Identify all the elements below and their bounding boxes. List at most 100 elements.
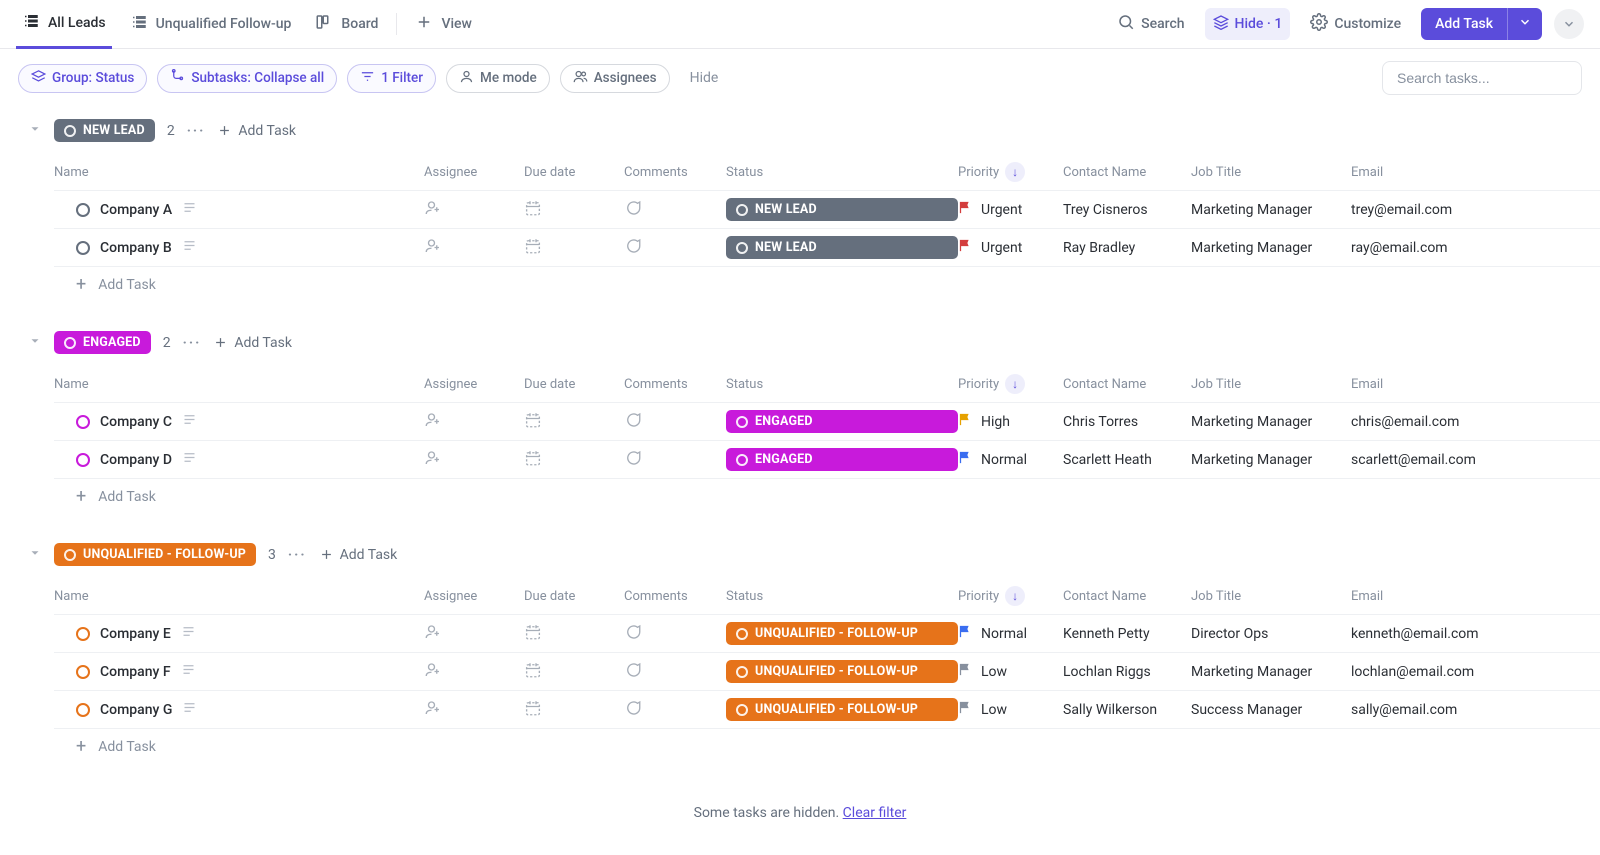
col-priority[interactable]: Priority ↓ [958,586,1063,606]
comments-cell[interactable] [624,699,726,721]
comments-cell[interactable] [624,449,726,471]
email-cell[interactable]: ray@email.com [1351,240,1551,256]
col-name[interactable]: Name [54,589,424,604]
search-button[interactable]: Search [1109,7,1192,41]
table-row[interactable]: Company E UNQUALIFIED - FOLLOW-UP Normal… [54,615,1600,653]
col-email[interactable]: Email [1351,165,1551,180]
col-name[interactable]: Name [54,165,424,180]
due-date-cell[interactable] [524,661,624,683]
view-tab-all-leads[interactable]: All Leads [16,0,112,49]
table-row[interactable]: Company G UNQUALIFIED - FOLLOW-UP Low Sa… [54,691,1600,729]
search-input[interactable] [1382,61,1582,95]
assignee-cell[interactable] [424,699,524,721]
job-cell[interactable]: Success Manager [1191,702,1351,718]
clear-filter-link[interactable]: Clear filter [843,805,907,821]
email-cell[interactable]: sally@email.com [1351,702,1551,718]
task-name[interactable]: Company E [100,626,171,642]
more-icon[interactable]: ··· [288,547,307,563]
email-cell[interactable]: scarlett@email.com [1351,452,1551,468]
status-cell[interactable]: ENGAGED [726,410,958,433]
col-status[interactable]: Status [726,377,958,392]
status-cell[interactable]: NEW LEAD [726,236,958,259]
sort-desc-icon[interactable]: ↓ [1005,162,1025,182]
more-icon[interactable]: ··· [187,123,206,139]
status-cell[interactable]: UNQUALIFIED - FOLLOW-UP [726,622,958,645]
contact-cell[interactable]: Scarlett Heath [1063,452,1191,468]
sort-desc-icon[interactable]: ↓ [1005,374,1025,394]
status-ring-icon[interactable] [76,665,90,679]
add-task-row[interactable]: + Add Task [54,479,1600,515]
status-ring-icon[interactable] [76,203,90,217]
assignee-cell[interactable] [424,623,524,645]
task-name[interactable]: Company G [100,702,172,718]
description-icon[interactable] [181,624,196,643]
table-row[interactable]: Company F UNQUALIFIED - FOLLOW-UP Low Lo… [54,653,1600,691]
add-task-link[interactable]: Add Task [217,123,296,139]
col-name[interactable]: Name [54,377,424,392]
col-contact[interactable]: Contact Name [1063,377,1191,392]
customize-button[interactable]: Customize [1302,7,1409,41]
col-status[interactable]: Status [726,589,958,604]
status-cell[interactable]: UNQUALIFIED - FOLLOW-UP [726,660,958,683]
col-assignee[interactable]: Assignee [424,165,524,180]
add-task-link[interactable]: Add Task [213,335,292,351]
group-status-pill[interactable]: ENGAGED [54,331,151,354]
assignees-pill[interactable]: Assignees [560,64,670,93]
contact-cell[interactable]: Trey Cisneros [1063,202,1191,218]
view-tab-board[interactable]: Board [309,0,384,49]
due-date-cell[interactable] [524,623,624,645]
view-tab-unqualified[interactable]: Unqualified Follow-up [124,0,298,49]
task-name[interactable]: Company A [100,202,172,218]
table-row[interactable]: Company B NEW LEAD Urgent Ray Bradley Ma… [54,229,1600,267]
due-date-cell[interactable] [524,411,624,433]
hide-link[interactable]: Hide [680,66,729,90]
assignee-cell[interactable] [424,449,524,471]
description-icon[interactable] [182,200,197,219]
assignee-cell[interactable] [424,661,524,683]
priority-cell[interactable]: Normal [958,450,1063,469]
col-comments[interactable]: Comments [624,377,726,392]
priority-cell[interactable]: Normal [958,624,1063,643]
email-cell[interactable]: trey@email.com [1351,202,1551,218]
more-icon[interactable]: ··· [183,335,202,351]
col-email[interactable]: Email [1351,589,1551,604]
table-row[interactable]: Company D ENGAGED Normal Scarlett Heath … [54,441,1600,479]
chevron-down-icon[interactable] [28,334,42,352]
job-cell[interactable]: Director Ops [1191,626,1351,642]
col-job[interactable]: Job Title [1191,165,1351,180]
col-due[interactable]: Due date [524,589,624,604]
contact-cell[interactable]: Lochlan Riggs [1063,664,1191,680]
job-cell[interactable]: Marketing Manager [1191,240,1351,256]
chevron-down-icon[interactable] [28,546,42,564]
me-mode-pill[interactable]: Me mode [446,64,550,93]
add-task-row[interactable]: + Add Task [54,729,1600,765]
status-ring-icon[interactable] [76,703,90,717]
email-cell[interactable]: lochlan@email.com [1351,664,1551,680]
priority-cell[interactable]: Urgent [958,238,1063,257]
contact-cell[interactable]: Ray Bradley [1063,240,1191,256]
task-name[interactable]: Company F [100,664,171,680]
job-cell[interactable]: Marketing Manager [1191,414,1351,430]
assignee-cell[interactable] [424,199,524,221]
due-date-cell[interactable] [524,449,624,471]
assignee-cell[interactable] [424,411,524,433]
group-status-pill[interactable]: NEW LEAD [54,119,155,142]
comments-cell[interactable] [624,411,726,433]
add-task-row[interactable]: + Add Task [54,267,1600,303]
priority-cell[interactable]: Low [958,662,1063,681]
col-contact[interactable]: Contact Name [1063,589,1191,604]
comments-cell[interactable] [624,199,726,221]
status-ring-icon[interactable] [76,415,90,429]
table-row[interactable]: Company A NEW LEAD Urgent Trey Cisneros … [54,191,1600,229]
status-cell[interactable]: UNQUALIFIED - FOLLOW-UP [726,698,958,721]
col-email[interactable]: Email [1351,377,1551,392]
job-cell[interactable]: Marketing Manager [1191,202,1351,218]
description-icon[interactable] [182,700,197,719]
description-icon[interactable] [181,662,196,681]
job-cell[interactable]: Marketing Manager [1191,664,1351,680]
due-date-cell[interactable] [524,199,624,221]
email-cell[interactable]: chris@email.com [1351,414,1551,430]
add-task-button[interactable]: Add Task [1421,8,1542,40]
priority-cell[interactable]: Urgent [958,200,1063,219]
col-due[interactable]: Due date [524,165,624,180]
